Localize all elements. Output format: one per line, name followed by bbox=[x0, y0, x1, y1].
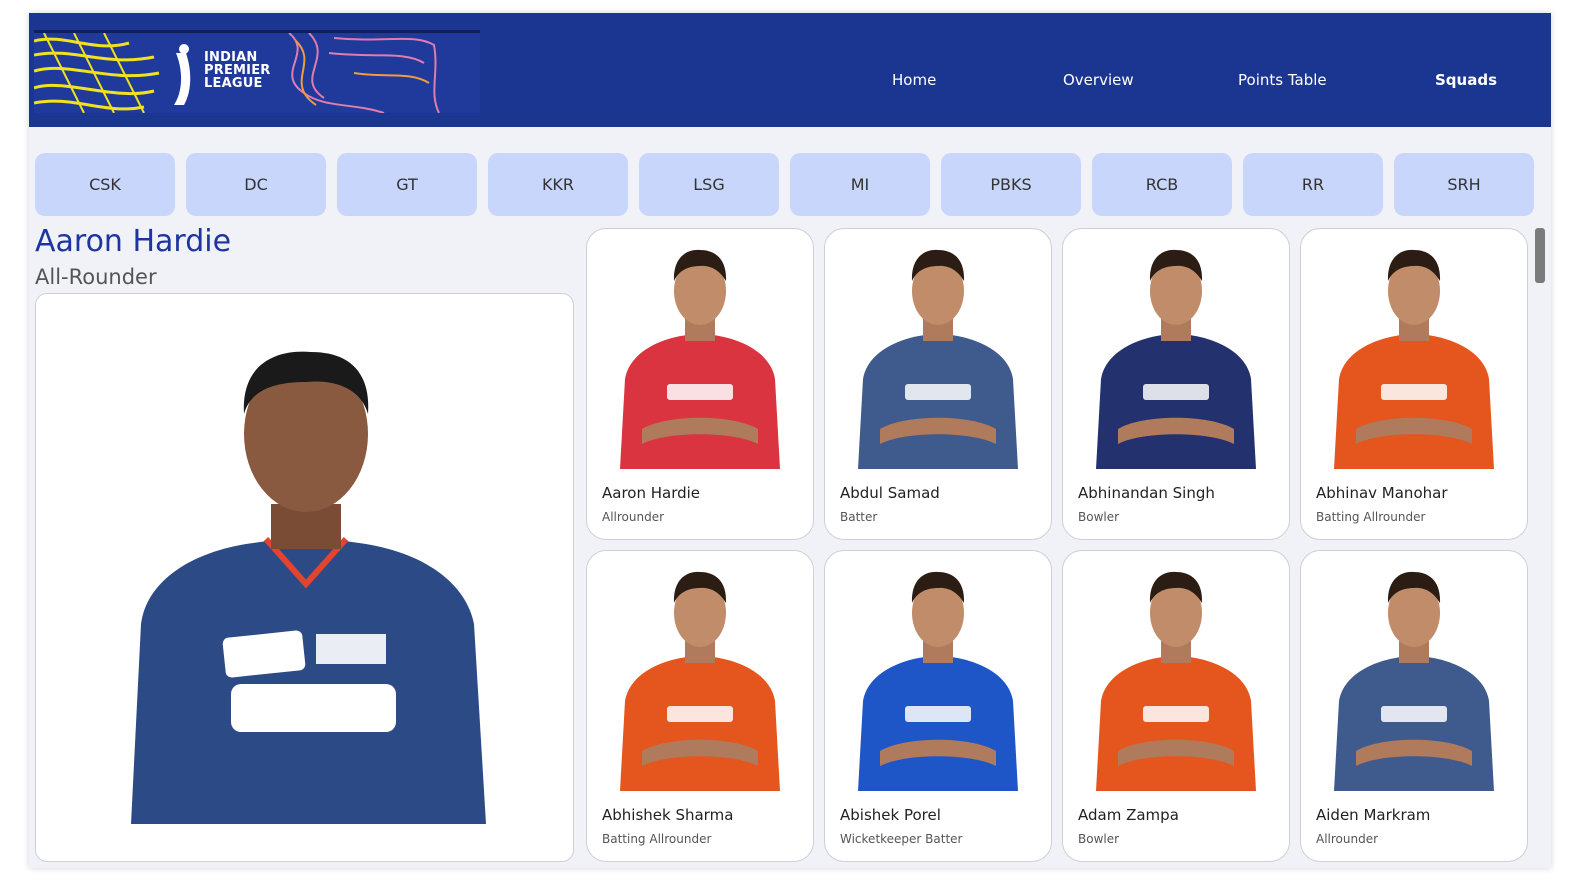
player-name: Aiden Markram bbox=[1316, 806, 1431, 824]
player-role: Batting Allrounder bbox=[602, 832, 712, 846]
player-name: Abhishek Sharma bbox=[602, 806, 734, 824]
player-role: Bowler bbox=[1078, 832, 1120, 846]
scrollbar-thumb[interactable] bbox=[1535, 228, 1545, 283]
player-photo bbox=[1334, 249, 1494, 469]
player-card[interactable]: Abhinav Manohar Batting Allrounder bbox=[1300, 228, 1528, 540]
player-role: Batting Allrounder bbox=[1316, 510, 1426, 524]
player-card[interactable]: Abhinandan Singh Bowler bbox=[1062, 228, 1290, 540]
team-button-kkr[interactable]: KKR bbox=[488, 153, 628, 216]
player-name: Abhinav Manohar bbox=[1316, 484, 1448, 502]
nav-home[interactable]: Home bbox=[892, 71, 936, 91]
player-name: Abhinandan Singh bbox=[1078, 484, 1215, 502]
player-role: Allrounder bbox=[1316, 832, 1379, 846]
player-role: Batter bbox=[840, 510, 878, 524]
team-button-lsg[interactable]: LSG bbox=[639, 153, 779, 216]
team-selector: CSK DC GT KKR LSG MI PBKS RCB RR SRH bbox=[35, 153, 1540, 216]
player-card[interactable]: Abhishek Sharma Batting Allrounder bbox=[586, 550, 814, 862]
team-button-pbks[interactable]: PBKS bbox=[941, 153, 1081, 216]
team-button-dc[interactable]: DC bbox=[186, 153, 326, 216]
team-button-rr[interactable]: RR bbox=[1243, 153, 1383, 216]
player-photo bbox=[858, 571, 1018, 791]
nav-points-table[interactable]: Points Table bbox=[1238, 71, 1327, 91]
main-figure bbox=[131, 351, 486, 824]
team-button-gt[interactable]: GT bbox=[337, 153, 477, 216]
player-card[interactable]: Aiden Markram Allrounder bbox=[1300, 550, 1528, 862]
player-card[interactable]: Aaron Hardie Allrounder bbox=[586, 228, 814, 540]
player-role: Bowler bbox=[1078, 510, 1120, 524]
team-button-rcb[interactable]: RCB bbox=[1092, 153, 1232, 216]
team-button-srh[interactable]: SRH bbox=[1394, 153, 1534, 216]
player-photo bbox=[1096, 571, 1256, 791]
logo-line-3: LEAGUE bbox=[204, 76, 263, 91]
logo-wordmark: INDIAN PREMIER LEAGUE bbox=[204, 51, 270, 90]
player-name: Abishek Porel bbox=[840, 806, 941, 824]
selected-player-photo bbox=[131, 351, 486, 824]
player-name: Aaron Hardie bbox=[602, 484, 701, 502]
team-button-csk[interactable]: CSK bbox=[35, 153, 175, 216]
player-photo bbox=[858, 249, 1018, 469]
player-photo bbox=[620, 571, 780, 791]
player-card[interactable]: Adam Zampa Bowler bbox=[1062, 550, 1290, 862]
player-grid: Aaron Hardie Allrounder Abdul Samad Batt… bbox=[586, 228, 1531, 868]
ipl-logo[interactable]: INDIAN PREMIER LEAGUE bbox=[34, 30, 480, 113]
selected-player-role: All-Rounder bbox=[35, 265, 157, 289]
player-name: Adam Zampa bbox=[1078, 806, 1179, 824]
player-card[interactable]: Abdul Samad Batter bbox=[824, 228, 1052, 540]
header: INDIAN PREMIER LEAGUE Home Overview Poin… bbox=[29, 13, 1551, 127]
player-card[interactable]: Abishek Porel Wicketkeeper Batter bbox=[824, 550, 1052, 862]
player-photo bbox=[620, 249, 780, 469]
app-window: INDIAN PREMIER LEAGUE Home Overview Poin… bbox=[29, 13, 1551, 868]
nav-squads[interactable]: Squads bbox=[1435, 71, 1497, 91]
selected-player-card bbox=[35, 293, 574, 862]
player-name: Abdul Samad bbox=[840, 484, 940, 502]
player-photo bbox=[1096, 249, 1256, 469]
player-photo bbox=[1334, 571, 1494, 791]
selected-player-name: Aaron Hardie bbox=[35, 224, 232, 259]
player-role: Wicketkeeper Batter bbox=[840, 832, 963, 846]
team-button-mi[interactable]: MI bbox=[790, 153, 930, 216]
nav-overview[interactable]: Overview bbox=[1063, 71, 1134, 91]
player-role: Allrounder bbox=[602, 510, 665, 524]
